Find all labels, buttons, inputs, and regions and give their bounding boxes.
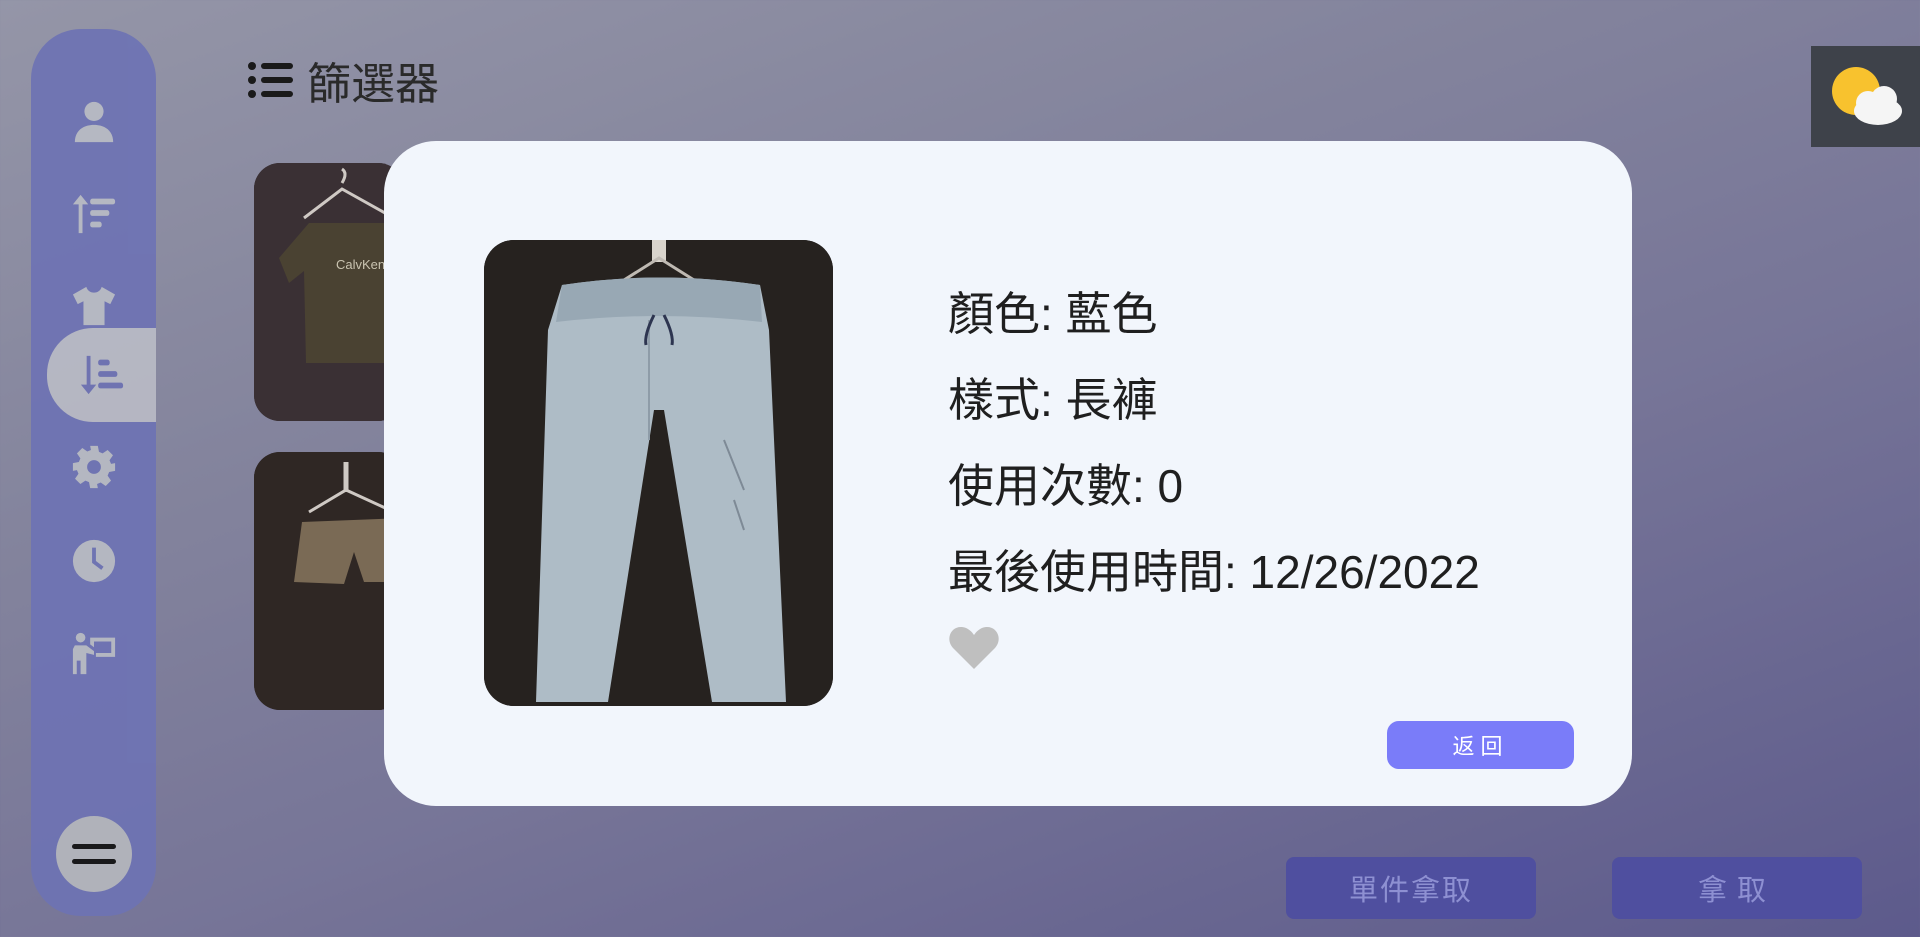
jeans-image	[484, 240, 833, 706]
single-take-button[interactable]: 單件拿取	[1286, 857, 1536, 919]
last-used-field: 最後使用時間: 12/26/2022	[948, 546, 1480, 598]
sidebar-item-profile[interactable]	[31, 81, 156, 161]
gear-icon	[72, 445, 115, 489]
heart-icon	[949, 626, 999, 669]
sidebar	[31, 29, 156, 916]
filter-header[interactable]: 篩選器	[247, 48, 439, 112]
usage-count-field: 使用次數: 0	[948, 460, 1184, 512]
filter-title: 篩選器	[307, 60, 439, 109]
tshirt-photo: CalvKenn	[254, 163, 404, 421]
clothing-card-tshirt[interactable]: CalvKenn	[254, 163, 404, 421]
sidebar-item-history[interactable]	[31, 521, 156, 601]
shorts-photo	[254, 452, 404, 710]
clothing-card-shorts[interactable]	[254, 452, 404, 710]
partly-cloudy-icon	[1832, 66, 1902, 125]
sidebar-item-take[interactable]	[31, 613, 156, 693]
take-item-icon	[72, 632, 115, 675]
color-field: 顏色: 藍色	[948, 288, 1158, 340]
menu-button[interactable]	[56, 816, 132, 892]
favorite-button[interactable]	[948, 625, 1000, 671]
take-button[interactable]: 拿取	[1612, 857, 1862, 919]
sidebar-item-sort-descending[interactable]	[47, 328, 156, 422]
list-icon	[248, 62, 293, 98]
style-field: 樣式: 長褲	[948, 374, 1158, 426]
sidebar-item-sort-ascending[interactable]	[31, 174, 156, 254]
return-button[interactable]: 返回	[1387, 721, 1574, 769]
clothing-info: 顏色: 藍色 樣式: 長褲 使用次數: 0 最後使用時間: 12/26/2022	[948, 271, 1480, 615]
sort-ascending-icon	[72, 194, 115, 234]
clock-icon	[72, 539, 115, 583]
weather-widget[interactable]	[1811, 46, 1920, 147]
tshirt-icon	[72, 286, 115, 326]
sort-descending-icon	[80, 355, 123, 395]
clothing-detail-modal: 顏色: 藍色 樣式: 長褲 使用次數: 0 最後使用時間: 12/26/2022…	[384, 141, 1632, 806]
clothing-photo	[484, 240, 833, 706]
user-icon	[74, 101, 113, 143]
menu-icon	[72, 844, 116, 864]
sidebar-item-settings[interactable]	[31, 427, 156, 507]
